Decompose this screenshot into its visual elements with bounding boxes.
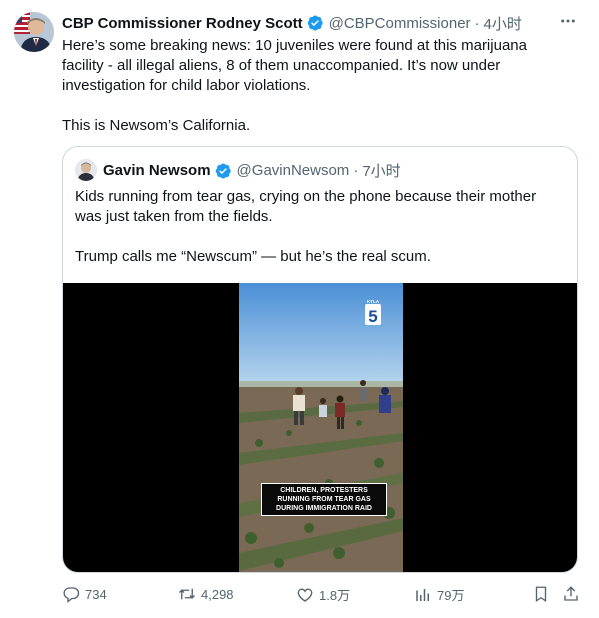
repost-button[interactable]: 4,298 bbox=[178, 585, 234, 603]
verified-badge-icon bbox=[215, 163, 231, 178]
like-icon bbox=[297, 588, 313, 602]
reply-button[interactable]: 734 bbox=[62, 585, 107, 603]
quote-author-handle[interactable]: @GavinNewsom bbox=[237, 162, 350, 179]
bookmark-icon bbox=[535, 586, 547, 603]
repost-count: 4,298 bbox=[201, 586, 234, 602]
avatar[interactable] bbox=[14, 12, 54, 52]
video-scene bbox=[239, 283, 403, 572]
more-icon[interactable] bbox=[559, 12, 577, 35]
tweet-text: Here’s some breaking news: 10 juveniles … bbox=[62, 37, 527, 134]
repost-icon bbox=[179, 588, 195, 600]
views-icon bbox=[416, 588, 429, 601]
like-count: 1.8万 bbox=[319, 588, 351, 603]
video-caption: CHILDREN, PROTESTERS RUNNING FROM TEAR G… bbox=[261, 483, 387, 516]
verified-badge-icon bbox=[307, 15, 323, 31]
quote-avatar[interactable] bbox=[75, 159, 97, 181]
video-player[interactable]: KTLA 5 CHILDREN, PROTESTERS RUNNING FROM… bbox=[63, 283, 577, 572]
quote-author-name[interactable]: Gavin Newsom bbox=[103, 162, 211, 179]
like-button[interactable]: 1.8万 bbox=[296, 585, 350, 604]
share-icon bbox=[564, 586, 578, 601]
reply-count: 734 bbox=[85, 586, 107, 602]
views-count: 79万 bbox=[437, 588, 465, 603]
ktla-logo-text: KTLA bbox=[367, 299, 380, 304]
timestamp[interactable]: 4小时 bbox=[484, 13, 522, 34]
separator-dot: · bbox=[353, 162, 359, 179]
ktla-logo-number: 5 bbox=[368, 307, 377, 325]
author-name[interactable]: CBP Commissioner Rodney Scott bbox=[62, 15, 303, 32]
bookmark-button[interactable] bbox=[532, 585, 550, 603]
separator-dot: · bbox=[474, 14, 480, 32]
views-button[interactable]: 79万 bbox=[414, 585, 464, 604]
quote-text: Kids running from tear gas, crying on th… bbox=[75, 188, 537, 265]
tweet-header: CBP Commissioner Rodney Scott @CBPCommis… bbox=[62, 12, 579, 34]
ktla-logo: KTLA 5 bbox=[365, 299, 381, 326]
share-button[interactable] bbox=[562, 585, 580, 603]
quote-header: Gavin Newsom @GavinNewsom · 7小时 bbox=[103, 160, 401, 181]
video-frame[interactable]: KTLA 5 CHILDREN, PROTESTERS RUNNING FROM… bbox=[239, 283, 403, 572]
quoted-tweet[interactable]: Gavin Newsom @GavinNewsom · 7小时 Kids run… bbox=[62, 146, 578, 573]
reply-icon bbox=[63, 587, 80, 603]
author-handle[interactable]: @CBPCommissioner bbox=[329, 15, 471, 32]
action-bar: 734 4,298 1.8万 79万 bbox=[62, 585, 582, 607]
quote-timestamp[interactable]: 7小时 bbox=[362, 160, 400, 181]
